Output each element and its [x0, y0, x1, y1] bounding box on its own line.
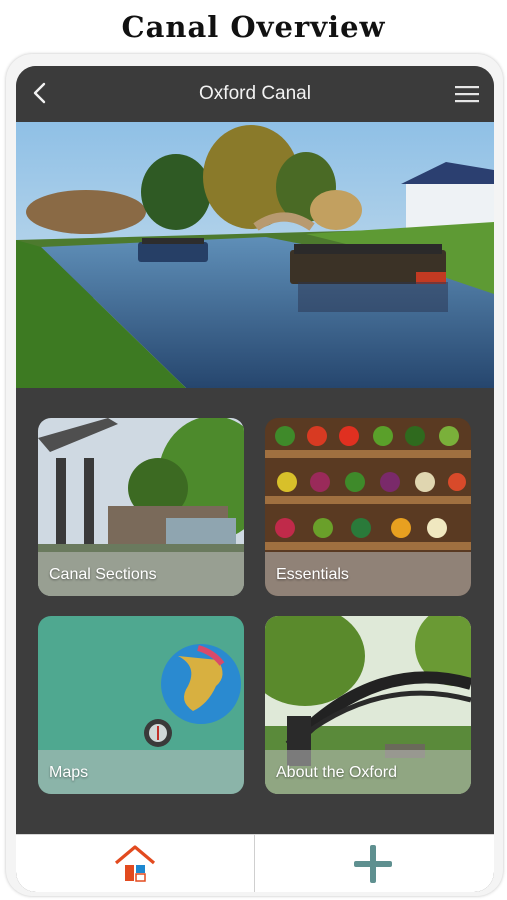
- tile-essentials[interactable]: Essentials: [265, 418, 471, 596]
- tile-maps[interactable]: Maps: [38, 616, 244, 794]
- nav-divider: [254, 835, 255, 892]
- bottom-nav: [16, 834, 494, 892]
- plus-icon[interactable]: [350, 841, 396, 887]
- hero-canal-image: [16, 122, 494, 388]
- chevron-left-icon[interactable]: [26, 78, 56, 108]
- tile-label: About the Oxford: [276, 764, 397, 781]
- tile-canal-sections[interactable]: Canal Sections: [38, 418, 244, 596]
- app-bar: Oxford Canal: [16, 66, 494, 122]
- tile-label: Canal Sections: [49, 566, 157, 583]
- home-icon[interactable]: [112, 841, 158, 887]
- tile-label: Maps: [49, 764, 89, 781]
- app-screen: Oxford Canal Canal Sections Essentials M…: [16, 66, 494, 892]
- app-title: Oxford Canal: [199, 83, 311, 104]
- tile-about-the-oxford[interactable]: About the Oxford: [265, 616, 471, 794]
- hamburger-menu-icon[interactable]: [452, 82, 482, 106]
- tile-label: Essentials: [276, 566, 349, 583]
- page-heading: Canal Overview: [121, 10, 386, 44]
